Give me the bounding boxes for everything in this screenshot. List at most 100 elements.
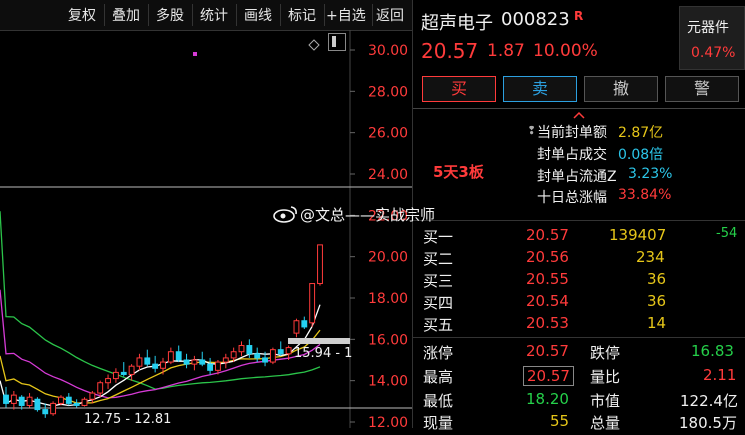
ob-volume: 36 (647, 270, 667, 288)
price-label: 20.00 (368, 250, 408, 266)
seal-value: 3.23% (628, 166, 673, 182)
watermark: @文总——实战宗师 (272, 204, 435, 225)
toolbar-divider (192, 4, 193, 26)
order-book-row[interactable]: 买一 20.57 139407 -54 (413, 226, 745, 249)
kline-chart[interactable]: 30.00 28.00 26.00 24.00 22.00 20.00 18.00 16.00… (0, 30, 412, 431)
ob-price: 20.54 (526, 292, 569, 310)
candle-down (207, 363, 214, 371)
stat-value: 180.5万 (679, 414, 737, 432)
candle-down (175, 351, 182, 361)
buy-button[interactable]: 买 (422, 76, 496, 102)
stat-value: 16.83 (691, 342, 734, 360)
sector-box[interactable]: 元器件 0.47% (679, 6, 745, 70)
toolbar-divider (104, 4, 105, 26)
order-book-row[interactable]: 买四 20.54 36 (413, 292, 745, 315)
seal-value: 0.08倍 (618, 147, 664, 163)
candle-down (246, 345, 253, 355)
toolbar-divider (372, 4, 373, 26)
ob-price: 20.53 (526, 314, 569, 332)
stat-label: 市值 (590, 392, 621, 410)
candle-up (81, 398, 88, 406)
diamond-icon[interactable] (308, 36, 320, 51)
order-book-row[interactable]: 买五 20.53 14 (413, 314, 745, 337)
price-change-pct: 10.00% (533, 41, 598, 61)
ob-label: 买一 (423, 228, 454, 246)
order-book-row[interactable]: 买三 20.55 36 (413, 270, 745, 293)
candle-up (89, 392, 96, 400)
seal-label: 当前封单额 (537, 125, 607, 141)
candle-up (269, 349, 276, 363)
price-label: 12.00 (368, 415, 408, 428)
weibo-icon (272, 205, 300, 223)
candle-up (105, 378, 111, 384)
candle-up (215, 361, 221, 371)
stat-label: 涨停 (423, 344, 454, 362)
price-label: 30.00 (368, 43, 408, 59)
stat-label: 最高 (423, 368, 454, 386)
seal-label: 封单占流通Z (537, 169, 617, 185)
toolbar-divider (324, 4, 325, 26)
current-price: 20.57 (421, 39, 479, 63)
sell-button[interactable]: 卖 (503, 76, 577, 102)
seal-label: 封单占成交 (537, 147, 607, 163)
statistics-button[interactable]: 统计 (200, 5, 228, 25)
draw-line-button[interactable]: 画线 (244, 5, 272, 25)
order-book-row[interactable]: 买二 20.56 234 (413, 248, 745, 271)
seal-value: 2.87亿 (618, 125, 664, 141)
candle-up (26, 396, 33, 406)
stat-value: 18.20 (526, 390, 569, 408)
stat-value: 20.57 (523, 366, 574, 386)
stat-value: 2.11 (703, 366, 737, 384)
candle-up (230, 351, 237, 359)
candle-down (34, 398, 41, 411)
stock-badge: R (574, 9, 584, 23)
price-axis: 30.0028.0026.0024.0022.0020.0018.0016.00… (350, 43, 408, 431)
seal-label: 十日总涨幅 (537, 190, 607, 206)
cancel-order-button[interactable]: 撤 (584, 76, 658, 102)
candle-up (309, 283, 316, 324)
quote-panel: 超声电子 000823 R 20.57 1.87 10.00% 元器件 0.47… (412, 0, 745, 432)
stat-label: 总量 (590, 414, 621, 432)
candle-down (42, 409, 49, 415)
candle-down (3, 394, 9, 404)
back-button[interactable]: 返回 (376, 5, 404, 25)
panel-toggle-icon[interactable] (328, 33, 346, 51)
ob-price: 20.55 (526, 270, 569, 288)
ob-volume: 234 (636, 248, 665, 266)
kline-chart-svg[interactable]: 30.0028.0026.0024.0022.0020.0018.0016.00… (0, 30, 412, 431)
candle-up (97, 382, 104, 394)
add-watchlist-button[interactable]: +自选 (326, 5, 366, 25)
stats-row: 最低 18.20 市值 122.4亿 (413, 390, 745, 413)
alert-button[interactable]: 警 (665, 76, 739, 102)
candle-up (112, 371, 119, 380)
fuquan-button[interactable]: 复权 (68, 5, 96, 25)
stats-row: 现量 55 总量 180.5万 (413, 412, 745, 435)
mark-button[interactable]: 标记 (288, 5, 316, 25)
price-label: 24.00 (368, 167, 408, 183)
overlay-button[interactable]: 叠加 (112, 5, 140, 25)
candle-down (183, 359, 190, 365)
price-label: 16.00 (368, 332, 408, 348)
candle-up (58, 396, 64, 404)
watermark-text: @文总——实战宗师 (300, 206, 436, 224)
multi-stock-button[interactable]: 多股 (156, 5, 184, 25)
candle-down (277, 349, 284, 355)
candle-down (301, 320, 308, 328)
stat-label: 跌停 (590, 344, 621, 362)
chevron-up-icon[interactable] (572, 106, 586, 119)
candle-up (136, 357, 143, 367)
stats-row: 涨停 20.57 跌停 16.83 (413, 342, 745, 365)
sector-name: 元器件 (687, 20, 729, 36)
ob-volume: 14 (647, 314, 667, 332)
pin-icon: ❢ (527, 124, 537, 137)
stat-label: 最低 (423, 392, 454, 410)
candle-up (128, 365, 135, 375)
ob-price: 20.56 (526, 248, 569, 266)
price-label: 28.00 (368, 84, 408, 100)
candle-up (285, 347, 292, 355)
ob-label: 买二 (423, 250, 454, 268)
price-label: 14.00 (368, 374, 408, 390)
stat-label: 现量 (423, 414, 454, 432)
mid-price-label: 15.94 - 1 (294, 346, 353, 361)
candle-down (262, 357, 268, 363)
